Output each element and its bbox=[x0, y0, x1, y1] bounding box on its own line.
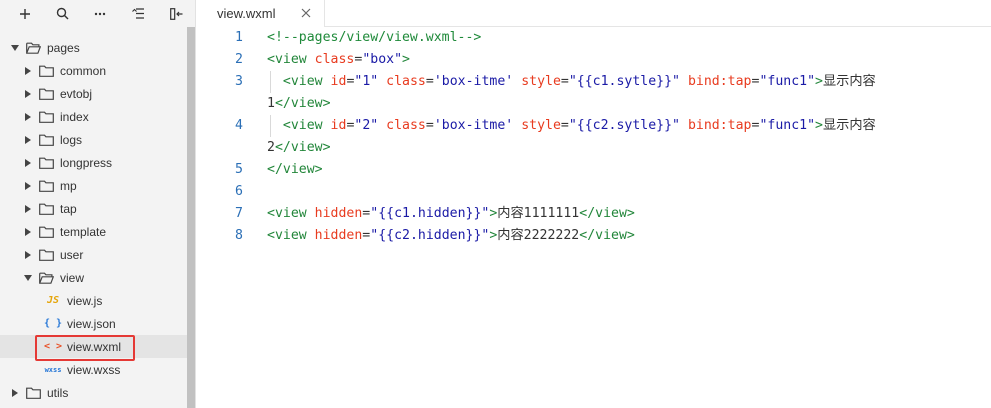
tree-item-tap[interactable]: tap bbox=[0, 197, 188, 220]
tree-item-pages[interactable]: pages bbox=[0, 36, 188, 59]
tree-item-common[interactable]: common bbox=[0, 59, 188, 82]
folder-icon bbox=[39, 88, 54, 100]
folder-icon bbox=[39, 226, 54, 238]
tree-item-label: longpress bbox=[60, 155, 113, 170]
folder-icon bbox=[39, 134, 54, 146]
line-number: 5 bbox=[235, 162, 243, 177]
chevron-right-icon[interactable] bbox=[23, 227, 33, 237]
tab-label: view.wxml bbox=[217, 6, 276, 21]
file-explorer-sidebar: pages common evtobj index logs longpress mp tap… bbox=[0, 0, 196, 408]
pin-left-icon[interactable] bbox=[157, 0, 195, 27]
plus-icon[interactable] bbox=[6, 0, 44, 27]
chevron-right-icon[interactable] bbox=[23, 66, 33, 76]
folder-icon bbox=[39, 111, 54, 123]
editor-tabbar: view.wxml bbox=[197, 0, 991, 27]
tree-item-label: pages bbox=[47, 40, 80, 55]
folder-icon bbox=[39, 180, 54, 192]
search-icon[interactable] bbox=[44, 0, 82, 27]
tree-item-view[interactable]: view bbox=[0, 266, 188, 289]
wxss-file-icon: wxss bbox=[44, 365, 62, 374]
tree-item-utils[interactable]: utils bbox=[0, 381, 188, 404]
tree-item-label: logs bbox=[60, 132, 83, 147]
code-line-text: <view id="2" class='box-itme' style="{{c… bbox=[282, 118, 876, 133]
tree-item-label: view.wxss bbox=[67, 362, 121, 377]
folder-open-icon bbox=[39, 272, 55, 284]
code-line[interactable]: 7 <view hidden="{{c1.hidden}}">内容1111111<… bbox=[197, 203, 991, 225]
line-number: 8 bbox=[235, 228, 243, 243]
tree-item-label: template bbox=[60, 224, 107, 239]
tree-item-evtobj[interactable]: evtobj bbox=[0, 82, 188, 105]
code-line-text: <!--pages/view/view.wxml--> bbox=[267, 30, 482, 45]
tree-item-index[interactable]: index bbox=[0, 105, 188, 128]
js-file-icon: JS bbox=[46, 295, 60, 306]
folder-icon bbox=[39, 65, 54, 77]
tree-item-user[interactable]: user bbox=[0, 243, 188, 266]
tree-item-label: utils bbox=[47, 385, 69, 400]
sidebar-scrollbar[interactable] bbox=[187, 27, 195, 408]
code-line-text: 1</view> bbox=[267, 96, 331, 111]
tree-item-label: view.js bbox=[67, 293, 103, 308]
tree-item-label: view.json bbox=[67, 316, 116, 331]
code-line-text: <view hidden="{{c2.hidden}}">内容2222222</… bbox=[267, 228, 635, 243]
code-line[interactable]: 2</view> bbox=[197, 137, 991, 159]
code-line[interactable]: 1</view> bbox=[197, 93, 991, 115]
tree-item-mp[interactable]: mp bbox=[0, 174, 188, 197]
folder-icon bbox=[39, 203, 54, 215]
folder-icon bbox=[39, 249, 54, 261]
chevron-right-icon[interactable] bbox=[23, 204, 33, 214]
chevron-right-icon[interactable] bbox=[23, 89, 33, 99]
explorer-toolbar bbox=[0, 0, 195, 27]
tree-item-label: index bbox=[60, 109, 89, 124]
code-editor: view.wxml 1 <!--pages/view/view.wxml--> 2 <… bbox=[197, 0, 991, 408]
code-line[interactable]: 8 <view hidden="{{c2.hidden}}">内容2222222<… bbox=[197, 225, 991, 247]
tree-item-longpress[interactable]: longpress bbox=[0, 151, 188, 174]
json-file-icon: { } bbox=[43, 318, 63, 329]
code-line-text: </view> bbox=[267, 162, 323, 177]
chevron-right-icon[interactable] bbox=[10, 388, 20, 398]
chevron-right-icon[interactable] bbox=[23, 135, 33, 145]
folder-open-icon bbox=[26, 42, 42, 54]
tree-item-view-json[interactable]: { } view.json bbox=[0, 312, 188, 335]
chevron-right-icon[interactable] bbox=[23, 158, 33, 168]
close-icon[interactable] bbox=[300, 7, 312, 19]
folder-icon bbox=[39, 157, 54, 169]
tree-item-label: view bbox=[60, 270, 85, 285]
code-line[interactable]: 6 bbox=[197, 181, 991, 203]
code-line-text: <view hidden="{{c1.hidden}}">内容1111111</… bbox=[267, 206, 635, 221]
chevron-right-icon[interactable] bbox=[23, 112, 33, 122]
tab-view-wxml[interactable]: view.wxml bbox=[197, 0, 325, 27]
code-line-text: 2</view> bbox=[267, 140, 331, 155]
tree-item-view-js[interactable]: JS view.js bbox=[0, 289, 188, 312]
code-line[interactable]: 3 <view id="1" class='box-itme' style="{… bbox=[197, 71, 991, 93]
line-number: 1 bbox=[235, 30, 243, 45]
tree-item-label: evtobj bbox=[60, 86, 93, 101]
code-line[interactable]: 4 <view id="2" class='box-itme' style="{… bbox=[197, 115, 991, 137]
tree-item-logs[interactable]: logs bbox=[0, 128, 188, 151]
line-number: 3 bbox=[235, 74, 243, 89]
more-icon[interactable] bbox=[82, 0, 120, 27]
line-number: 6 bbox=[235, 184, 243, 199]
line-number: 7 bbox=[235, 206, 243, 221]
tree-item-label: common bbox=[60, 63, 107, 78]
tree-item-view-wxss[interactable]: wxss view.wxss bbox=[0, 358, 188, 381]
code-line-text: <view class="box"> bbox=[267, 52, 410, 67]
code-line-text: <view id="1" class='box-itme' style="{{c… bbox=[282, 74, 876, 89]
chevron-down-icon[interactable] bbox=[10, 43, 20, 53]
code-area[interactable]: 1 <!--pages/view/view.wxml--> 2 <view class… bbox=[197, 27, 991, 247]
selection-highlight-box bbox=[35, 335, 135, 361]
code-line[interactable]: 2 <view class="box"> bbox=[197, 49, 991, 71]
chevron-down-icon[interactable] bbox=[23, 273, 33, 283]
collapse-list-icon[interactable] bbox=[119, 0, 157, 27]
line-number: 2 bbox=[235, 52, 243, 67]
tree-item-label: tap bbox=[60, 201, 77, 216]
line-number: 4 bbox=[235, 118, 243, 133]
code-line[interactable]: 1 <!--pages/view/view.wxml--> bbox=[197, 27, 991, 49]
chevron-right-icon[interactable] bbox=[23, 181, 33, 191]
tree-item-label: mp bbox=[60, 178, 77, 193]
chevron-right-icon[interactable] bbox=[23, 250, 33, 260]
code-line[interactable]: 5 </view> bbox=[197, 159, 991, 181]
tree-item-label: user bbox=[60, 247, 84, 262]
folder-icon bbox=[26, 387, 41, 399]
tree-item-template[interactable]: template bbox=[0, 220, 188, 243]
